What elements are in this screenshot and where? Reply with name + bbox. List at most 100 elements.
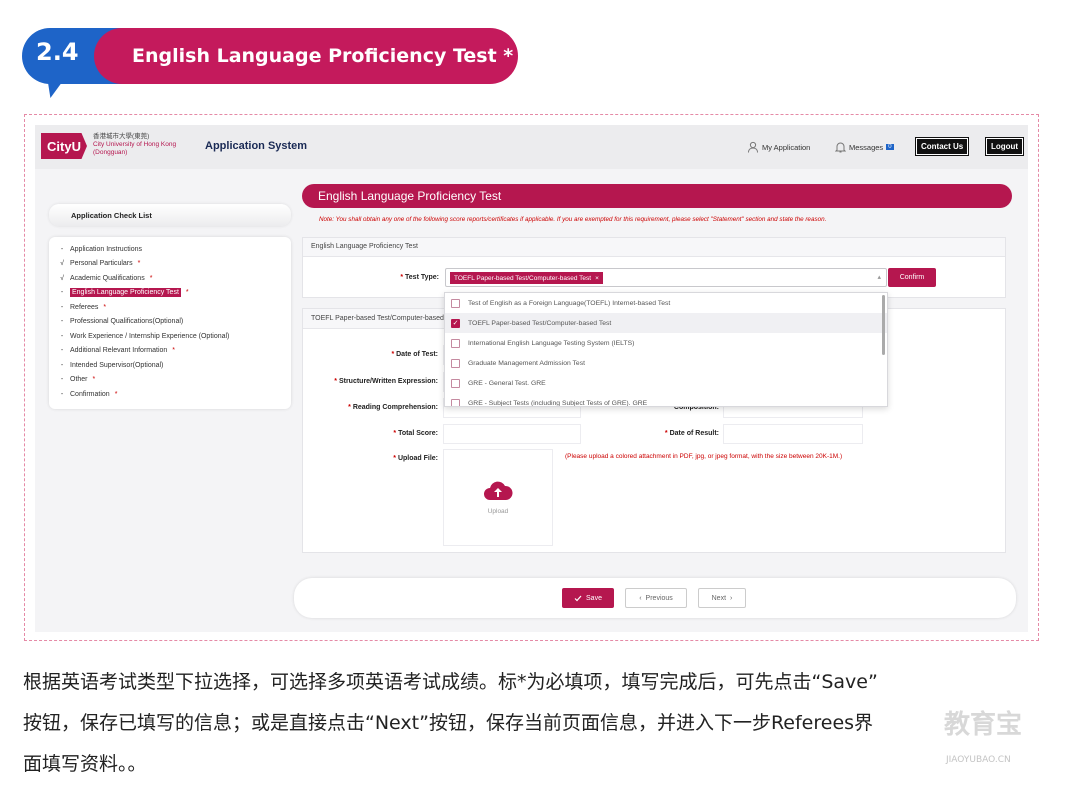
top-bar: CityU 香港城市大學(東莞) City University of Hong…: [35, 125, 1028, 169]
cityu-logo[interactable]: CityU: [41, 133, 87, 159]
test-type-dropdown: Test of English as a Foreign Language(TO…: [444, 292, 888, 407]
confirm-button[interactable]: Confirm: [888, 268, 936, 287]
upload-note: (Please upload a colored attachment in P…: [565, 453, 843, 460]
sidebar-item-status: -: [60, 303, 64, 311]
logout-button[interactable]: Logout: [984, 137, 1025, 156]
dropdown-option[interactable]: ✓ TOEFL Paper-based Test/Computer-based T…: [445, 313, 887, 333]
check-icon: [574, 595, 582, 601]
sidebar-item-status: √: [60, 260, 64, 268]
sidebar-item[interactable]: - Additional Relevant Information *: [59, 344, 281, 359]
sidebar-item-status: -: [60, 318, 64, 326]
total-score-label: * Total Score:: [393, 430, 438, 437]
previous-label: Previous: [645, 594, 673, 602]
sidebar-item-status: -: [60, 347, 64, 355]
sidebar-item-label: Application Instructions: [70, 245, 142, 253]
save-button[interactable]: Save: [562, 588, 614, 608]
dropdown-option[interactable]: GRE - General Test. GRE: [445, 373, 887, 393]
sidebar-item[interactable]: - Confirmation *: [59, 387, 281, 402]
main-heading: English Language Proficiency Test: [302, 184, 1012, 208]
dropdown-option[interactable]: Test of English as a Foreign Language(TO…: [445, 293, 887, 313]
required-star: *: [185, 289, 189, 297]
note-text: Note: You shall obtain any one of the fo…: [319, 216, 827, 223]
checklist-header: Application Check List: [49, 204, 291, 226]
caption-line-2: 按钮，保存已填写的信息；或是直接点击“Next”按钮，保存当前页面信息，并进入下…: [23, 712, 874, 734]
my-application-label: My Application: [762, 142, 811, 152]
watermark-url: JIAOYUBAO.CN: [946, 755, 1011, 765]
sidebar-item[interactable]: - Referees *: [59, 300, 281, 315]
previous-button[interactable]: ‹ Previous: [625, 588, 687, 608]
my-application-link[interactable]: My Application: [747, 141, 810, 153]
logo-line-campus: (Dongguan): [93, 149, 128, 156]
required-star: *: [92, 376, 96, 384]
logo-line-chinese: 香港城市大學(東莞): [93, 133, 150, 140]
messages-link[interactable]: Messages 0: [835, 141, 894, 153]
caption-line-3: 面填写资料。。: [23, 753, 147, 775]
sidebar-item[interactable]: - Intended Supervisor(Optional): [59, 358, 281, 373]
sidebar-item-label: Confirmation: [70, 390, 110, 398]
selected-tag-label: TOEFL Paper-based Test/Computer-based Te…: [454, 274, 592, 282]
logo-line-english: City University of Hong Kong: [93, 141, 177, 148]
sidebar-item[interactable]: √ Personal Particulars *: [59, 257, 281, 272]
checkbox-icon[interactable]: [451, 378, 460, 388]
upload-file-label: * Upload File:: [393, 455, 438, 462]
dropdown-scrollbar[interactable]: [882, 295, 885, 355]
sidebar-item-status: √: [60, 274, 64, 282]
checkbox-icon[interactable]: [451, 338, 460, 348]
sidebar-item[interactable]: - Application Instructions: [59, 242, 281, 257]
logo-text: 香港城市大學(東莞) City University of Hong Kong …: [93, 133, 176, 157]
required-star: *: [114, 390, 118, 398]
messages-count-badge: 0: [886, 144, 894, 150]
bottom-action-bar: Save ‹ Previous Next ›: [294, 578, 1016, 618]
sidebar-item[interactable]: - Other *: [59, 373, 281, 388]
watermark-logo: 教育宝: [944, 710, 1023, 740]
next-button[interactable]: Next ›: [698, 588, 746, 608]
dropdown-option[interactable]: International English Language Testing S…: [445, 333, 887, 353]
section-title: English Language Proficiency Test *: [94, 28, 518, 84]
checkbox-icon[interactable]: [451, 398, 460, 406]
sidebar-item-label: Personal Particulars: [70, 260, 133, 268]
sidebar-item-status: -: [60, 332, 64, 340]
app-title: Application System: [205, 140, 308, 152]
checkbox-checked-icon[interactable]: ✓: [451, 318, 460, 328]
dropdown-option[interactable]: GRE - Subject Tests (including Subject T…: [445, 393, 887, 406]
total-score-input[interactable]: [443, 424, 581, 444]
dropdown-option[interactable]: Graduate Management Admission Test: [445, 353, 887, 373]
date-of-result-input[interactable]: [723, 424, 863, 444]
remove-tag-icon[interactable]: ×: [595, 275, 599, 282]
sidebar-item-status: -: [60, 390, 64, 398]
application-window: CityU 香港城市大學(東莞) City University of Hong…: [35, 125, 1028, 632]
sidebar-item-label: Work Experience / Internship Experience …: [70, 332, 230, 340]
next-label: Next: [711, 594, 727, 602]
test-type-card: English Language Proficiency Test * Test…: [302, 237, 1006, 298]
sidebar-item[interactable]: √ Academic Qualifications *: [59, 271, 281, 286]
date-of-test-label: * Date of Test:: [391, 351, 438, 358]
dropdown-option-label: GRE - General Test. GRE: [468, 379, 546, 387]
checkbox-icon[interactable]: [451, 358, 460, 368]
sidebar-item[interactable]: - Professional Qualifications(Optional): [59, 315, 281, 330]
sidebar-item[interactable]: - English Language Proficiency Test *: [59, 286, 281, 301]
screenshot-frame: CityU 香港城市大學(東莞) City University of Hong…: [24, 114, 1039, 641]
chevron-right-icon: ›: [730, 594, 733, 602]
section-badge-tail: [44, 80, 64, 98]
sidebar-item-label: Other: [70, 376, 88, 384]
sidebar-item[interactable]: - Work Experience / Internship Experience…: [59, 329, 281, 344]
upload-area[interactable]: Upload: [443, 449, 553, 546]
reading-label: * Reading Comprehension:: [348, 404, 438, 411]
sidebar-item-label: Additional Relevant Information: [70, 347, 168, 355]
checkbox-icon[interactable]: [451, 298, 460, 308]
sidebar-item-status: -: [60, 376, 64, 384]
contact-us-button[interactable]: Contact Us: [914, 137, 970, 156]
dropdown-option-label: TOEFL Paper-based Test/Computer-based Te…: [468, 319, 612, 327]
test-type-select[interactable]: TOEFL Paper-based Test/Computer-based Te…: [445, 268, 887, 287]
sidebar-item-label: Referees: [70, 303, 99, 311]
sidebar-item-label: Academic Qualifications: [70, 274, 145, 282]
date-of-result-label: * Date of Result:: [664, 430, 719, 437]
dropdown-option-label: International English Language Testing S…: [468, 339, 635, 347]
required-star: *: [137, 260, 141, 268]
caption-text: 根据英语考试类型下拉选择，可选择多项英语考试成绩。标*为必填项，填写完成后，可先…: [23, 662, 1053, 785]
test-type-card-title: English Language Proficiency Test: [303, 238, 1005, 257]
toefl-details-title: TOEFL Paper-based Test/Computer-based Te…: [303, 309, 445, 329]
required-star: *: [172, 347, 176, 355]
caret-up-icon[interactable]: ▴: [877, 273, 881, 281]
section-number: 2.4: [36, 38, 79, 66]
